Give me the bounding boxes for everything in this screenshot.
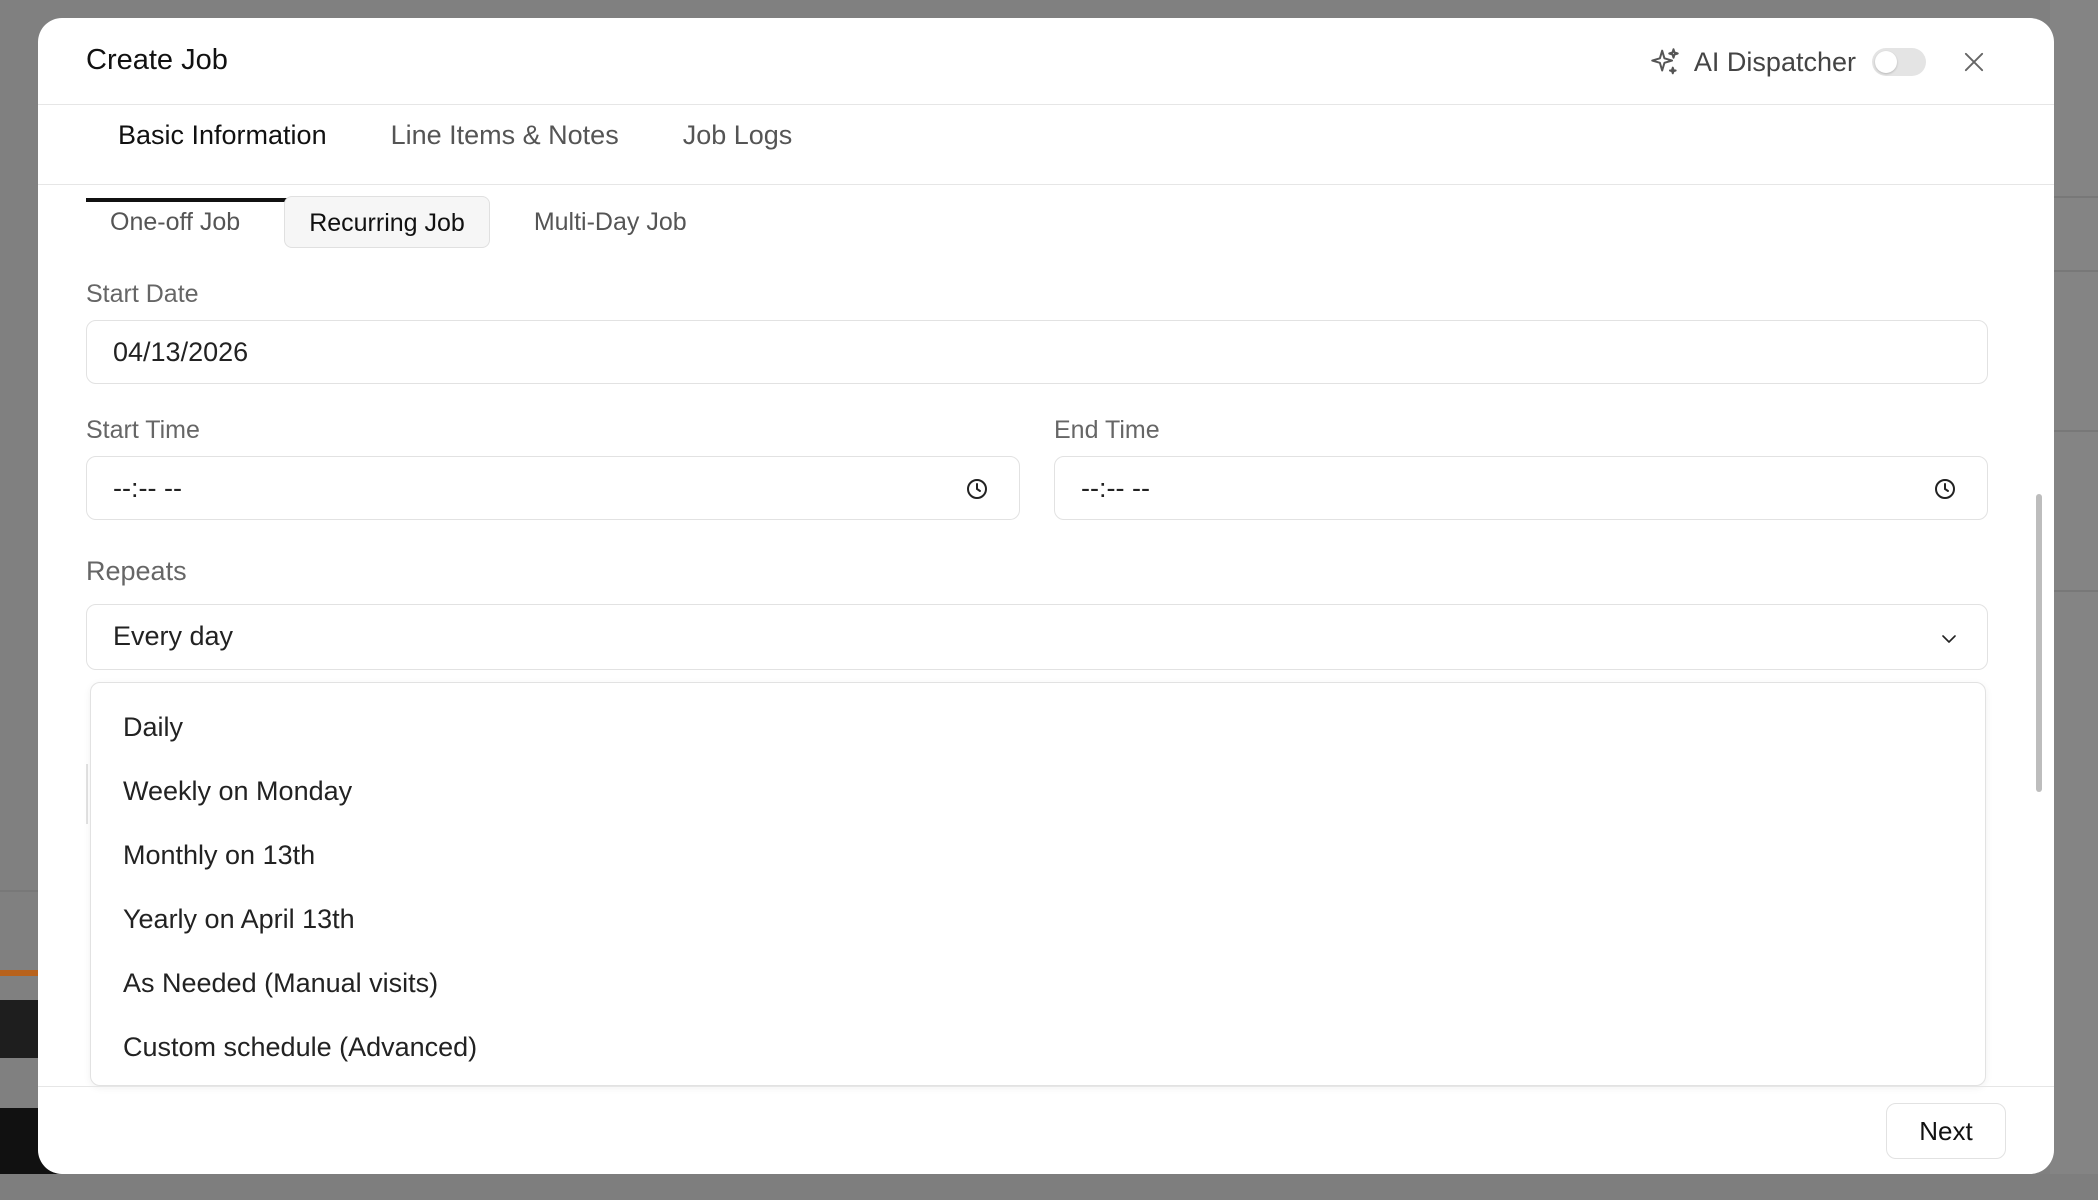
next-button[interactable]: Next <box>1886 1103 2006 1159</box>
modal-scrollbar[interactable] <box>2036 494 2042 792</box>
job-type-recurring[interactable]: Recurring Job <box>284 196 490 248</box>
tab-job-logs[interactable]: Job Logs <box>651 106 825 202</box>
modal-footer: Next <box>38 1086 2054 1174</box>
ai-dispatcher-label: AI Dispatcher <box>1693 46 1856 77</box>
chevron-down-icon <box>1942 635 1956 643</box>
background-divider <box>0 890 38 892</box>
repeats-dropdown: Daily Weekly on Monday Monthly on 13th Y… <box>90 682 1986 1086</box>
repeat-option-weekly[interactable]: Weekly on Monday <box>91 759 1985 823</box>
background-footer <box>0 1174 2098 1200</box>
background-accent <box>0 970 38 976</box>
end-time-value: --:-- -- <box>1081 473 1150 503</box>
tabs-divider <box>38 184 2054 185</box>
tab-line-items-notes[interactable]: Line Items & Notes <box>359 106 651 202</box>
sparkle-icon <box>1651 48 1679 75</box>
background-block <box>0 1000 38 1058</box>
background-panel <box>2050 0 2098 1200</box>
job-type-selector: One-off Job Recurring Job Multi-Day Job <box>86 196 731 248</box>
end-time-label: End Time <box>1054 416 1160 444</box>
background-divider <box>2050 590 2098 592</box>
repeat-option-custom[interactable]: Custom schedule (Advanced) <box>91 1015 1985 1079</box>
background-divider <box>2050 270 2098 272</box>
toggle-knob <box>1875 51 1897 73</box>
ai-dispatcher: AI Dispatcher <box>1648 42 1988 82</box>
repeats-label: Repeats <box>86 556 187 586</box>
ai-dispatcher-toggle[interactable] <box>1872 48 1926 76</box>
repeat-option-monthly[interactable]: Monthly on 13th <box>91 823 1985 887</box>
create-job-modal: Create Job AI Dispatcher Basic Informati… <box>38 18 2054 1174</box>
repeats-select[interactable]: Every day <box>86 604 1988 670</box>
start-time-input[interactable]: --:-- -- <box>86 456 1020 520</box>
tab-bar: Basic Information Line Items & Notes Job… <box>86 106 824 202</box>
end-time-input[interactable]: --:-- -- <box>1054 456 1988 520</box>
job-type-multi-day[interactable]: Multi-Day Job <box>510 196 711 248</box>
clock-icon[interactable] <box>965 477 989 501</box>
modal-header: Create Job AI Dispatcher <box>38 18 2054 105</box>
repeats-value: Every day <box>113 621 234 651</box>
background-divider <box>2050 196 2098 198</box>
clock-icon[interactable] <box>1933 477 1957 501</box>
start-time-value: --:-- -- <box>113 473 182 503</box>
repeat-option-daily[interactable]: Daily <box>91 695 1985 759</box>
repeat-option-yearly[interactable]: Yearly on April 13th <box>91 887 1985 951</box>
modal-title: Create Job <box>86 44 228 76</box>
job-type-one-off[interactable]: One-off Job <box>86 196 264 248</box>
start-date-input[interactable]: 04/13/2026 <box>86 320 1988 384</box>
background-divider <box>2050 430 2098 432</box>
repeat-option-as-needed[interactable]: As Needed (Manual visits) <box>91 951 1985 1015</box>
start-time-label: Start Time <box>86 416 200 444</box>
start-date-label: Start Date <box>86 280 199 308</box>
tab-basic-information[interactable]: Basic Information <box>86 106 359 202</box>
close-icon[interactable] <box>1960 48 1988 76</box>
